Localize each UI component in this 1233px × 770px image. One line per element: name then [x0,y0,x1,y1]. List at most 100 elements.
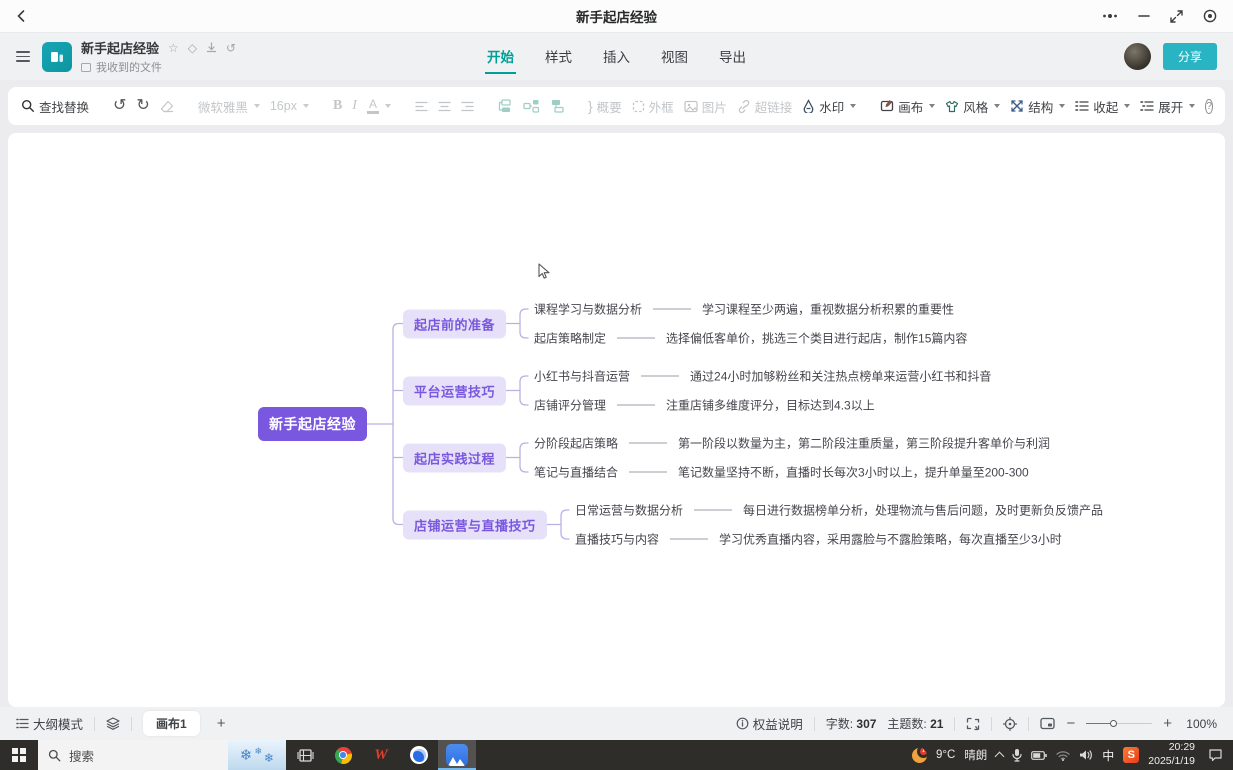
sogou-icon[interactable]: S [1123,747,1139,763]
collapse-button[interactable]: 收起 [1075,97,1130,116]
snowflake-icon: ❄ [254,746,262,757]
frame-button[interactable]: 外框 [632,97,674,116]
add-canvas-button[interactable]: + [217,716,226,731]
mindmap-topic[interactable]: 直播技巧与内容 [575,531,659,548]
start-button[interactable] [0,740,38,770]
clock[interactable]: 20:29 2025/1/19 [1148,741,1195,768]
mindmap-branch-node[interactable]: 平台运营技巧 [403,376,506,405]
tray-expand-icon[interactable] [995,752,1005,762]
volume-icon[interactable] [1079,749,1093,761]
locate-center-icon[interactable] [1003,717,1017,731]
mindmap-desc[interactable]: 第一阶段以数量为主，第二阶段注重质量，第三阶段提升客单价与利润 [678,435,1050,452]
mindmap-leaf-row: 日常运营与数据分析 每日进行数据榜单分析，处理物流与售后问题，及时更新负反馈产品 [575,502,1103,519]
find-replace-button[interactable]: 查找替换 [21,97,89,116]
weather-tray-icon[interactable]: 1 [912,748,927,763]
mindmap-topic[interactable]: 课程学习与数据分析 [534,301,642,318]
mindmap-desc[interactable]: 注重店铺多维度评分，目标达到4.3以上 [666,397,875,414]
layers-icon[interactable] [106,717,120,730]
zoom-out-button[interactable]: − [1066,716,1075,731]
tab-export[interactable]: 导出 [717,40,748,74]
help-icon[interactable]: ? [1205,99,1213,114]
font-family-select[interactable]: 微软雅黑 [198,97,260,116]
mindmap-desc[interactable]: 选择偏低客单价，挑选三个类目进行起店，制作15篇内容 [666,330,967,347]
align-right-icon[interactable] [461,101,474,112]
mindmap-app-icon[interactable] [438,740,476,770]
fit-screen-icon[interactable] [966,717,980,731]
outline-mode-button[interactable]: 大纲模式 [16,714,83,733]
mindmap-root-node[interactable]: 新手起店经验 [258,407,367,441]
microphone-icon[interactable] [1012,748,1022,762]
topic-count: 主题数: 21 [887,715,943,732]
mindmap-branch-node[interactable]: 店铺运营与直播技巧 [403,510,547,539]
rights-info-button[interactable]: 权益说明 [736,714,803,733]
tab-style[interactable]: 样式 [543,40,574,74]
minimap-icon[interactable] [1040,717,1055,730]
style-button[interactable]: 风格 [945,97,1000,116]
mindmap-desc[interactable]: 通过24小时加够粉丝和关注热点榜单来运营小红书和抖音 [690,368,991,385]
mindmap-topic[interactable]: 小红书与抖音运营 [534,368,630,385]
redo-icon[interactable]: ↻ [136,98,149,114]
time: 20:29 [1169,741,1195,755]
mindmap-desc[interactable]: 学习优秀直播内容，采用露脸与不露脸策略，每次直播至少3小时 [719,531,1062,548]
insert-child-topic-icon[interactable] [523,99,539,113]
weather-text[interactable]: 晴朗 [964,747,987,763]
mindmap-topic[interactable]: 笔记与直播结合 [534,464,618,481]
mindmap-leaf-row: 分阶段起店策略 第一阶段以数量为主，第二阶段注重质量，第三阶段提升客单价与利润 [534,435,1050,452]
ime-indicator[interactable]: 中 [1102,747,1114,764]
battery-icon[interactable] [1031,751,1047,760]
align-left-icon[interactable] [415,101,428,112]
mindmap-topic[interactable]: 分阶段起店策略 [534,435,618,452]
format-painter-icon[interactable] [160,100,174,113]
watermark-button[interactable]: 水印 [802,97,856,116]
summary-button[interactable]: }概要 [588,97,622,116]
mindmap-desc[interactable]: 学习课程至少两遍，重视数据分析积累的重要性 [702,301,954,318]
user-avatar[interactable] [1124,43,1151,70]
network-icon[interactable] [1056,750,1070,761]
mindmap-topic[interactable]: 起店策略制定 [534,330,606,347]
canvas-tab-1[interactable]: 画布1 [143,711,200,736]
font-size-select[interactable]: 16px [270,99,309,113]
maximize-icon[interactable] [1170,10,1183,23]
share-button[interactable]: 分享 [1163,43,1217,70]
mindmap-branch-node[interactable]: 起店前的准备 [403,309,506,338]
insert-sibling-topic-icon[interactable] [498,99,513,113]
topic-desc-connector [653,309,691,310]
tab-insert[interactable]: 插入 [601,40,632,74]
insert-parent-topic-icon[interactable] [549,99,564,113]
tab-start[interactable]: 开始 [485,40,516,74]
browser-app-icon[interactable] [400,740,438,770]
hyperlink-button[interactable]: 超链接 [737,97,793,116]
close-record-icon[interactable] [1203,9,1217,23]
task-view-icon[interactable] [286,740,324,770]
canvas-button[interactable]: 画布 [880,97,935,116]
notification-center-icon[interactable] [1208,748,1223,762]
search-icon [48,749,61,762]
mindmap-topic[interactable]: 店铺评分管理 [534,397,606,414]
bold-button[interactable]: B [333,98,342,114]
zoom-slider[interactable] [1086,723,1152,725]
align-center-icon[interactable] [438,101,451,112]
temperature[interactable]: 9°C [936,749,955,761]
mindmap-desc[interactable]: 笔记数量坚持不断，直播时长每次3小时以上，提升单量至200-300 [678,464,1029,481]
italic-button[interactable]: I [352,98,357,114]
wps-icon[interactable]: W [362,740,400,770]
zoom-in-button[interactable]: + [1163,716,1172,731]
weather-widget[interactable]: ❄ ❄ ❄ [228,740,286,770]
mindmap-branch-node[interactable]: 起店实践过程 [403,443,506,472]
taskbar-search-input[interactable]: 搜索 [38,740,228,770]
canvas[interactable]: 新手起店经验 起店前的准备平台运营技巧起店实践过程店铺运营与直播技巧 课程学习与数据… [8,133,1225,707]
font-color-button[interactable]: A [367,98,391,114]
mindmap-topic[interactable]: 日常运营与数据分析 [575,502,683,519]
chevron-down-icon [850,104,856,108]
structure-button[interactable]: 结构 [1010,97,1065,116]
tab-view[interactable]: 视图 [659,40,690,74]
image-button[interactable]: 图片 [684,97,727,116]
topic-desc-connector [641,376,679,377]
expand-button[interactable]: 展开 [1140,97,1195,116]
mindmap-desc[interactable]: 每日进行数据榜单分析，处理物流与售后问题，及时更新负反馈产品 [743,502,1103,519]
more-options-icon[interactable] [1102,12,1118,20]
chrome-icon[interactable] [324,740,362,770]
minimize-icon[interactable] [1138,10,1150,22]
zoom-slider-knob[interactable] [1110,720,1117,727]
undo-icon[interactable]: ↺ [113,98,126,114]
